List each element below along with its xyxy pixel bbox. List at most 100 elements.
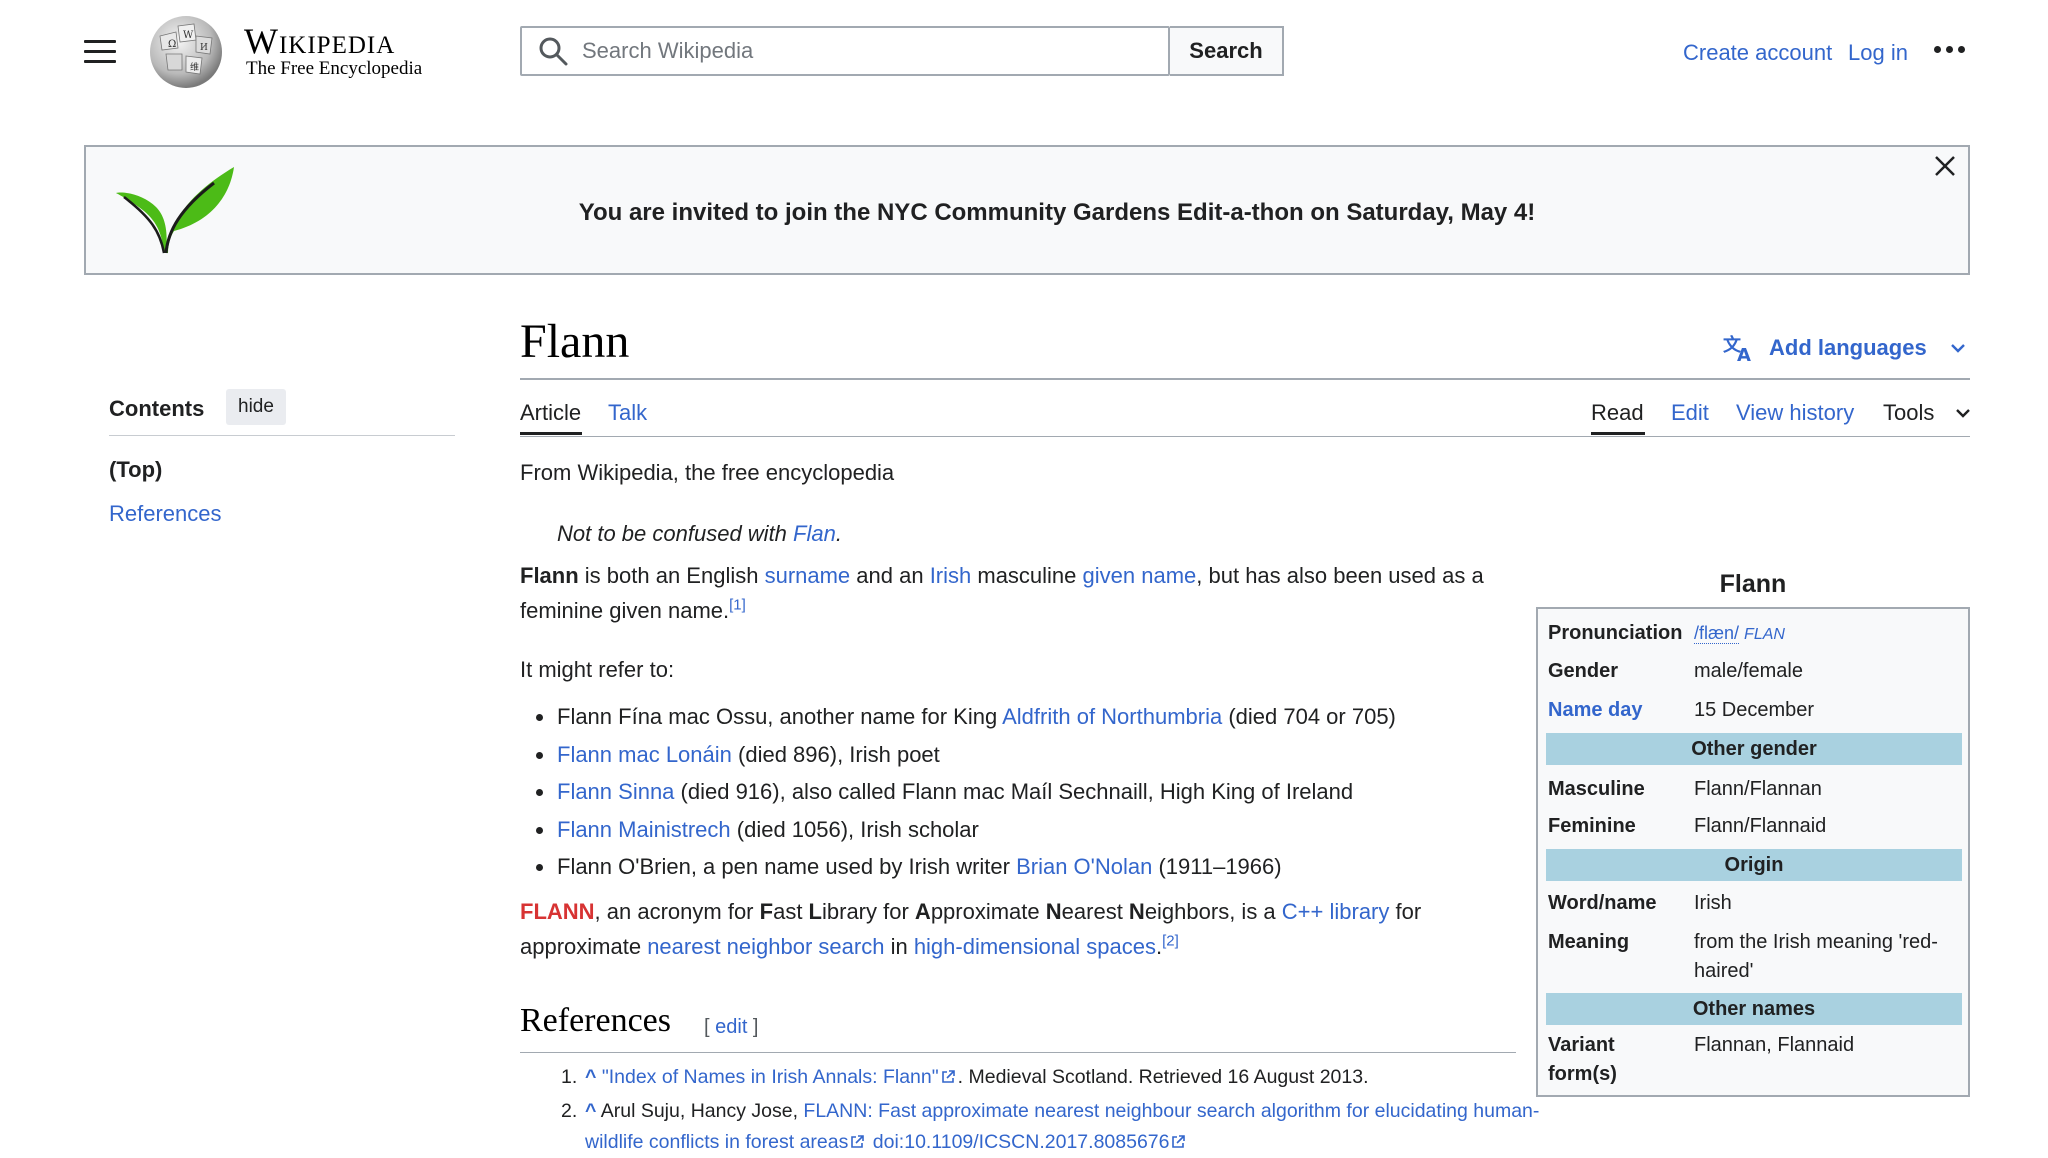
nns-link[interactable]: nearest neighbor search <box>647 934 884 959</box>
infobox-value: Flann/Flannan <box>1694 778 1822 800</box>
search-button[interactable]: Search <box>1170 26 1284 76</box>
toc-hide-button[interactable]: hide <box>226 389 286 425</box>
search-input[interactable] <box>580 37 1168 65</box>
external-link-icon <box>851 1135 865 1148</box>
chevron-down-icon <box>1950 344 1965 353</box>
banner-message: You are invited to join the NYC Communit… <box>578 199 1536 226</box>
wikipedia-globe-logo[interactable]: Ω W И 维 <box>146 14 226 90</box>
high-dim-link[interactable]: high-dimensional spaces <box>914 934 1156 959</box>
list-item: Flann Sinna (died 916), also called Flan… <box>520 773 1396 811</box>
infobox-label: Variant form(s) <box>1548 1034 1617 1085</box>
menu-icon-bar <box>84 40 116 43</box>
list-item: Flann Fína mac Ossu, another name for Ki… <box>520 698 1396 736</box>
title-divider <box>520 378 1970 380</box>
infobox-value: Flann/Flannaid <box>1694 815 1827 837</box>
flann-red-link[interactable]: FLANN <box>520 899 595 924</box>
hatnote-link[interactable]: Flan <box>793 521 836 546</box>
tab-active-indicator <box>1591 432 1645 435</box>
hatnote-text: Not to be confused with <box>557 521 794 546</box>
tab-tools[interactable]: Tools <box>1883 400 1934 426</box>
infobox-section-header: Other gender <box>1546 733 1962 765</box>
back-to-citation[interactable]: ^ <box>585 1066 596 1088</box>
list-item-link[interactable]: Flann mac Lonáin <box>557 742 732 767</box>
infobox-title: Flann <box>1719 570 1787 598</box>
infobox-label: Word/name <box>1548 892 1657 914</box>
list-item: Flann O'Brien, a pen name used by Irish … <box>520 848 1396 886</box>
citation-link[interactable]: [1] <box>729 597 746 614</box>
reference-text: . Medieval Scotland. Retrieved 16 August… <box>957 1066 1369 1088</box>
ipa-link[interactable]: /flæn/ <box>1694 623 1740 644</box>
citation-link[interactable]: [2] <box>1162 933 1179 950</box>
irish-link[interactable]: Irish <box>930 563 972 588</box>
flann-acronym-paragraph: FLANN, an acronym for Fast Library for A… <box>520 899 1422 959</box>
infobox-label: Pronunciation <box>1548 622 1683 644</box>
text: and an <box>850 563 930 588</box>
hatnote-text: . <box>835 521 842 546</box>
article-subject: Flann <box>520 563 579 588</box>
create-account-link[interactable]: Create account <box>1683 40 1832 66</box>
more-options-icon[interactable] <box>1934 44 1968 56</box>
doi-link[interactable]: doi:10.1109/ICSCN.2017.8085676 <box>873 1131 1170 1153</box>
svg-text:A: A <box>1737 345 1751 363</box>
references-divider <box>520 1052 1516 1053</box>
surname-link[interactable]: surname <box>765 563 851 588</box>
tab-read[interactable]: Read <box>1591 400 1644 426</box>
language-icon: 文 A <box>1723 334 1751 363</box>
add-languages-button[interactable]: 文 A Add languages <box>1723 333 1967 363</box>
infobox-value: Flannan, Flannaid <box>1694 1034 1855 1056</box>
infobox-label: Meaning <box>1548 931 1630 953</box>
reference-link[interactable]: "Index of Names in Irish Annals: Flann" <box>602 1066 939 1088</box>
tab-article[interactable]: Article <box>520 400 581 426</box>
main-menu-button[interactable] <box>84 40 116 66</box>
external-link-icon <box>941 1070 955 1083</box>
reference-number: 2. <box>561 1100 578 1122</box>
toc-divider <box>109 435 455 436</box>
references-heading: References <box>520 1002 672 1039</box>
refer-intro: It might refer to: <box>520 657 675 682</box>
tabs-divider <box>520 436 1970 437</box>
list-item-link[interactable]: Brian O'Nolan <box>1016 854 1152 879</box>
menu-icon-bar <box>84 50 116 53</box>
add-languages-label: Add languages <box>1769 335 1927 360</box>
list-item-link[interactable]: Flann Mainistrech <box>557 817 731 842</box>
tab-view-history[interactable]: View history <box>1736 400 1854 426</box>
infobox-value: male/female <box>1694 660 1803 682</box>
infobox-section-header: Origin <box>1546 849 1962 881</box>
meanings-list: Flann Fína mac Ossu, another name for Ki… <box>520 698 1396 886</box>
close-icon[interactable] <box>1930 151 1960 181</box>
edit-section-link[interactable]: edit <box>715 1016 747 1038</box>
site-subtitle: From Wikipedia, the free encyclopedia <box>520 460 895 485</box>
infobox-label: Gender <box>1548 660 1619 682</box>
list-item-link[interactable]: Aldfrith of Northumbria <box>1002 704 1222 729</box>
toc-item-top[interactable]: (Top) <box>109 457 162 483</box>
given-name-link[interactable]: given name <box>1083 563 1197 588</box>
wikipedia-wordmark[interactable]: Wikipedia <box>244 20 395 62</box>
tab-active-indicator <box>520 432 582 435</box>
list-item-link[interactable]: Flann Sinna <box>557 779 674 804</box>
external-link-icon <box>1172 1135 1186 1148</box>
menu-icon-bar <box>84 60 116 63</box>
reference-number: 1. <box>561 1066 578 1088</box>
page-title: Flann <box>520 315 630 368</box>
login-link[interactable]: Log in <box>1848 40 1908 66</box>
respelling-link[interactable]: FLAN <box>1744 626 1785 643</box>
lead-paragraph: Flann is both an English surname and an … <box>520 558 1510 628</box>
text: masculine <box>971 563 1083 588</box>
chevron-down-icon[interactable] <box>1954 404 1972 422</box>
cpp-library-link[interactable]: C++ library <box>1282 899 1390 924</box>
tab-edit[interactable]: Edit <box>1671 400 1709 426</box>
list-item: Flann Mainistrech (died 1056), Irish sch… <box>520 811 1396 849</box>
infobox-value: Irish <box>1694 892 1732 914</box>
search-icon <box>539 37 568 66</box>
infobox-section-header: Other names <box>1546 993 1962 1025</box>
infobox: Pronunciation /flæn/ FLAN Gender male/fe… <box>1536 607 1970 1097</box>
tab-talk[interactable]: Talk <box>608 400 647 426</box>
back-to-citation[interactable]: ^ <box>585 1100 596 1122</box>
toc-item-references[interactable]: References <box>109 501 222 527</box>
search-box[interactable] <box>520 26 1170 76</box>
wikipedia-tagline: The Free Encyclopedia <box>246 58 423 79</box>
infobox-label: Feminine <box>1548 815 1636 837</box>
name-day-link[interactable]: Name day <box>1548 696 1688 725</box>
site-notice-banner: You are invited to join the NYC Communit… <box>84 145 1970 275</box>
svg-text:维: 维 <box>190 61 199 73</box>
